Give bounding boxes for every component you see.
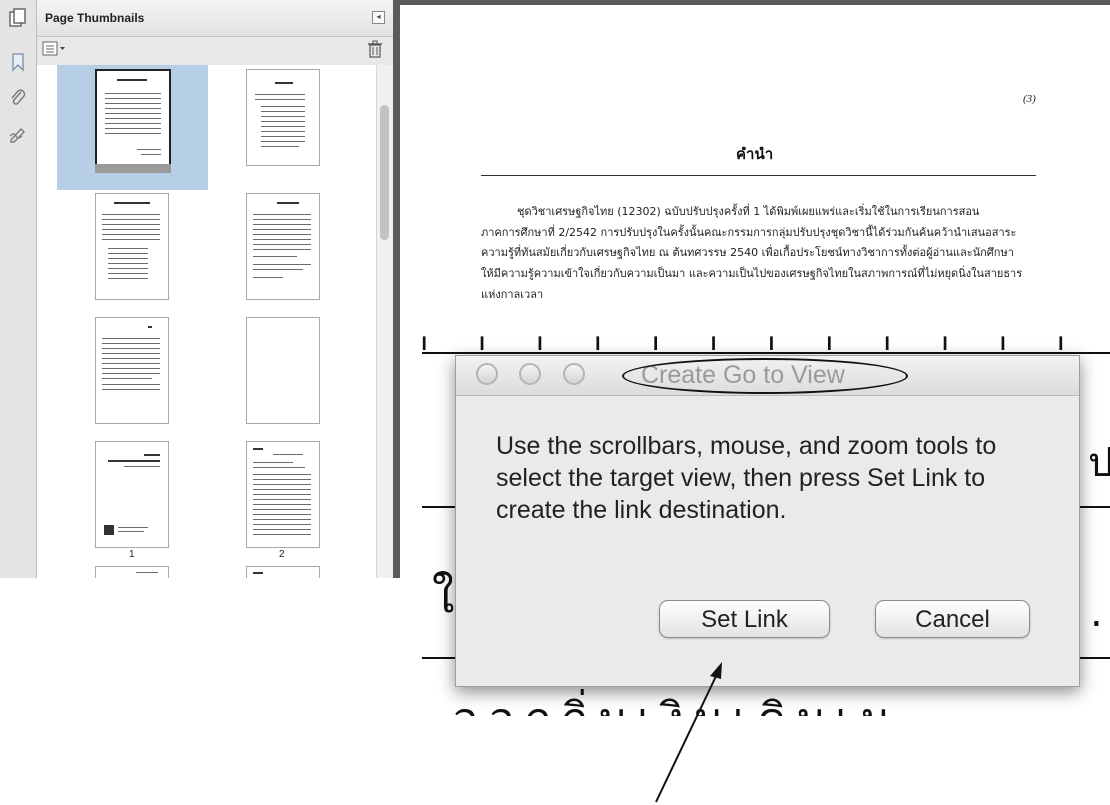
dialog-titlebar: Create Go to View (456, 356, 1079, 396)
set-link-button[interactable]: Set Link (659, 600, 830, 638)
annotation-ellipse (622, 358, 908, 394)
page-thumbnail[interactable] (95, 69, 171, 168)
heading-rule (481, 175, 1036, 176)
page-thumbnail[interactable] (246, 566, 320, 578)
zoomed-text-fragment: ออกกิ่มเงิมเดิมเม (452, 688, 1110, 716)
zoom-window-button[interactable] (563, 363, 585, 385)
page-thumbnail[interactable] (95, 441, 169, 548)
zoomed-glyph: . (1090, 590, 1103, 636)
paragraph-line: ภาคการศึกษาที่ 2/2542 การปรับปรุงในครั้ง… (481, 226, 1017, 239)
scrollbar-thumb[interactable] (380, 105, 389, 240)
signatures-icon[interactable] (8, 124, 28, 144)
bookmarks-icon[interactable] (8, 52, 28, 72)
thumbnail-grid: 1 2 (37, 65, 377, 578)
paragraph-line: ความรู้ที่ทันสมัยเกี่ยวกับเศรษฐกิจไทย ณ … (481, 246, 1014, 259)
delete-page-icon[interactable] (367, 40, 383, 58)
navigation-icon-rail (0, 0, 37, 578)
thumbnails-scrollbar[interactable] (376, 65, 393, 578)
create-go-to-view-dialog: Create Go to View Use the scrollbars, mo… (455, 355, 1080, 687)
page-number: (3) (1023, 93, 1036, 105)
document-heading: คำนำ (736, 145, 774, 163)
attachments-icon[interactable] (8, 88, 28, 108)
page-label-1: 1 (129, 549, 135, 560)
paragraph-line: แห่งกาลเวลา (481, 288, 544, 301)
thumbnail-shadow (95, 164, 171, 173)
page-thumbnail[interactable] (246, 193, 320, 300)
close-window-button[interactable] (476, 363, 498, 385)
page-thumbnails-panel: Page Thumbnails ◂ 1 2 (37, 0, 393, 578)
zoomed-glyph: ใ (432, 569, 455, 623)
page-thumbnails-icon[interactable] (8, 8, 28, 28)
panel-header: Page Thumbnails ◂ (37, 0, 393, 37)
panel-toolbar (37, 37, 393, 65)
page-thumbnail[interactable] (95, 566, 169, 578)
page-thumbnail[interactable] (95, 193, 169, 300)
page-thumbnail[interactable] (246, 69, 320, 166)
panel-splitter[interactable] (393, 0, 400, 578)
window-frame (400, 0, 1110, 5)
zoomed-glyph: ป (1088, 440, 1110, 486)
zoomed-rule (422, 352, 1110, 354)
page-label-2: 2 (279, 549, 285, 560)
zoomed-text-fragment: ᴉ ᴉ ᴉ ᴉ ᴉ ᴉ ᴉ ᴉ ᴉ ᴉ ᴉ ᴉ ᴉ (420, 326, 1110, 350)
paragraph-line: ชุดวิชาเศรษฐกิจไทย (12302) ฉบับปรับปรุงค… (517, 205, 980, 218)
pdf-viewer-sidebar: Page Thumbnails ◂ 1 2 (0, 0, 400, 578)
minimize-window-button[interactable] (519, 363, 541, 385)
page-thumbnail-blank[interactable] (246, 317, 320, 424)
page-thumbnail[interactable] (95, 317, 169, 424)
page-thumbnail[interactable] (246, 441, 320, 548)
options-menu-icon[interactable] (42, 41, 68, 57)
panel-title: Page Thumbnails (45, 11, 145, 25)
collapse-panel-button[interactable]: ◂ (372, 11, 385, 24)
dialog-message: Use the scrollbars, mouse, and zoom tool… (496, 432, 997, 524)
annotation-arrow (655, 662, 722, 803)
cancel-button[interactable]: Cancel (875, 600, 1030, 638)
paragraph-line: ให้มีความรู้ความเข้าใจเกี่ยวกับความเป็นม… (481, 267, 1023, 280)
